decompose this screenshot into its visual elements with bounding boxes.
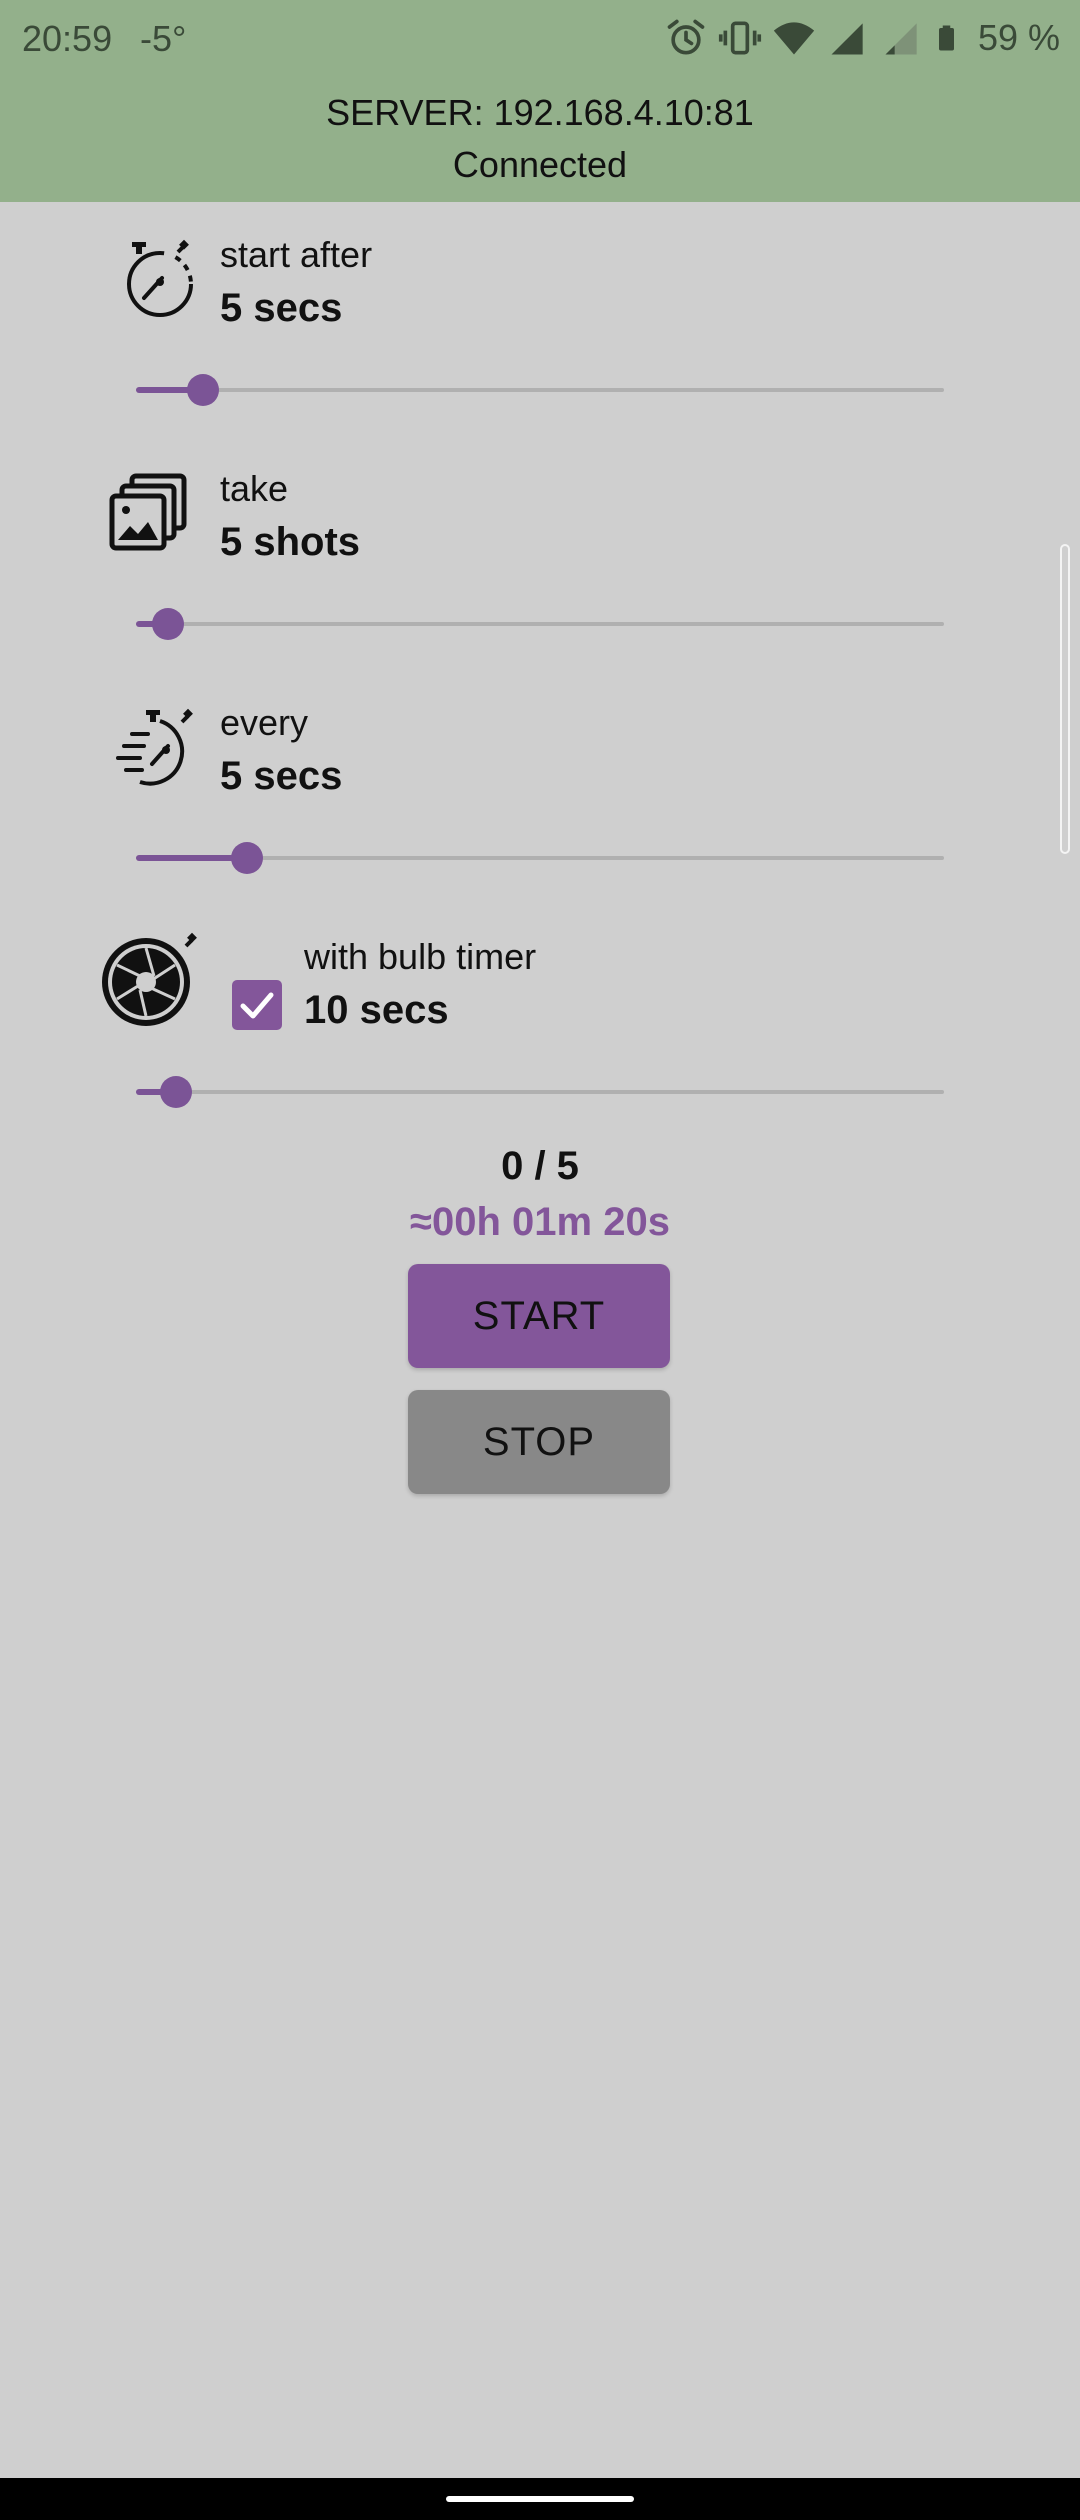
connection-status: Connected — [452, 144, 628, 185]
navigation-bar — [0, 2478, 1080, 2520]
bulb-timer-value: 10 secs — [304, 988, 449, 1032]
slider-thumb[interactable] — [230, 842, 263, 874]
bulb-timer-slider[interactable] — [136, 1072, 944, 1112]
take-setting: take 5 shots — [0, 440, 1080, 674]
server-address: SERVER: 192.168.4.10:81 — [326, 92, 754, 133]
slider-thumb[interactable] — [160, 1076, 193, 1108]
photos-stack-icon — [109, 473, 187, 551]
status-bar: 20:59 -5° 59 % — [0, 0, 1080, 80]
scrollbar[interactable] — [1060, 544, 1070, 854]
stop-button[interactable]: STOP — [408, 1390, 670, 1494]
start-after-label: start after — [220, 234, 373, 275]
every-label: every — [220, 702, 309, 743]
every-setting: every 5 secs — [0, 674, 1080, 908]
wifi-icon — [773, 22, 815, 55]
slider-thumb[interactable] — [152, 608, 185, 640]
app-screen: 20:59 -5° 59 % SERVER: 192.168.4.10:81 C… — [0, 0, 1080, 2520]
alarm-icon — [667, 19, 705, 55]
bulb-timer-checkbox[interactable] — [232, 980, 282, 1030]
home-gesture-handle[interactable] — [446, 2496, 634, 2502]
bulb-timer-setting: with bulb timer 10 secs — [0, 908, 1080, 1142]
vibrate-icon — [718, 21, 762, 55]
start-after-slider[interactable] — [136, 370, 944, 410]
signal-weak-icon — [885, 23, 917, 55]
start-after-value: 5 secs — [220, 286, 343, 330]
start-after-setting: start after 5 secs — [0, 206, 1080, 440]
take-label: take — [220, 468, 289, 509]
take-value: 5 shots — [220, 520, 361, 564]
every-value: 5 secs — [220, 754, 343, 798]
bulb-timer-label: with bulb timer — [304, 936, 537, 977]
fast-stopwatch-icon — [116, 708, 193, 786]
status-time: 20:59 — [22, 18, 113, 59]
battery-icon — [938, 25, 954, 51]
slider-thumb[interactable] — [187, 374, 220, 406]
start-button[interactable]: START — [408, 1264, 670, 1368]
every-slider[interactable] — [136, 838, 944, 878]
shot-counter: 0 / 5 — [501, 1144, 579, 1188]
aperture-icon — [102, 932, 197, 1026]
header: 20:59 -5° 59 % SERVER: 192.168.4.10:81 C… — [0, 0, 1080, 202]
slider-track — [136, 388, 944, 392]
slider-track — [136, 622, 944, 626]
estimated-duration: ≈00h 01m 20s — [410, 1200, 670, 1244]
take-slider[interactable] — [136, 604, 944, 644]
status-icons: 59 % — [664, 16, 1060, 60]
checkmark-icon — [240, 992, 274, 1019]
signal-icon — [831, 23, 863, 55]
status-temperature: -5° — [140, 18, 187, 59]
battery-percent: 59 % — [977, 17, 1060, 58]
stopwatch-icon — [127, 239, 193, 317]
slider-track — [136, 1090, 944, 1094]
